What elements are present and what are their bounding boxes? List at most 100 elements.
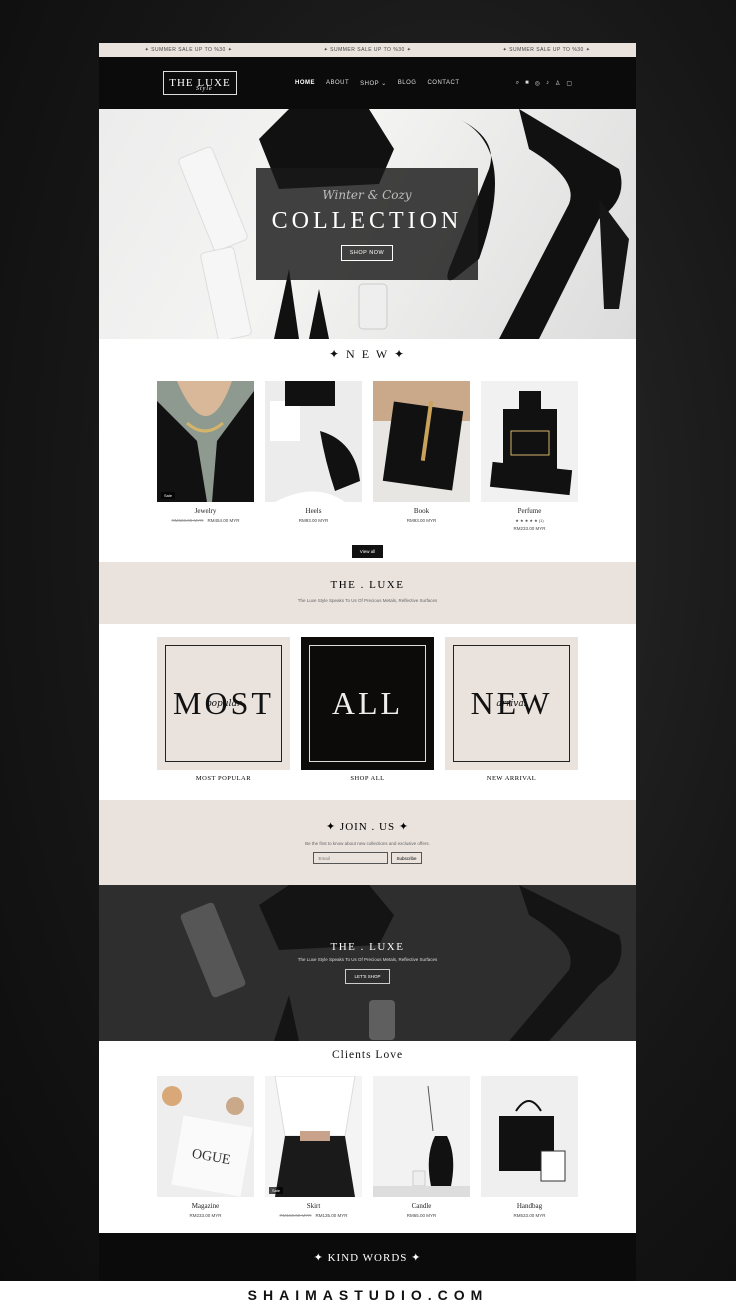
product-price: RM233.00 MYR (513, 526, 546, 531)
facebook-icon[interactable]: ■ (525, 80, 529, 87)
product-name: Perfume (517, 507, 542, 515)
product-card[interactable]: Book RM93.00 MYR (373, 381, 470, 531)
category-tile: NEW arrival (445, 637, 578, 770)
product-name: Handbag (516, 1202, 543, 1210)
announcement-text: ✦ SUMMER SALE UP TO %30 ✦ (502, 47, 591, 53)
view-all-button[interactable]: View all (351, 545, 384, 558)
new-product-grid: Sale Jewelry RM500.00 MYR RM454.00 MYR He… (157, 381, 578, 531)
clients-love-section: Clients Love OGUE Magazine RM233.00 MYR … (99, 1041, 636, 1233)
product-price: RM93.00 MYR (298, 518, 329, 523)
handbag-photo (499, 1100, 566, 1182)
category-label: NEW ARRIVAL (486, 775, 537, 782)
main-menu: HOME ABOUT SHOP ⌄ BLOG CONTACT (295, 80, 460, 87)
product-name: Skirt (306, 1202, 321, 1210)
new-section: ✦ N E W ✦ Sale Jewelry RM500.00 MYR RM454… (99, 339, 636, 561)
product-name: Heels (305, 507, 322, 515)
product-rating: ★ ★ ★ ★ ★ (1) (481, 518, 578, 523)
product-image: OGUE (157, 1076, 254, 1197)
category-script-text: arrival (496, 698, 527, 709)
brand-band-title: THE . LUXE (330, 579, 405, 591)
tiktok-icon[interactable]: ♪ (546, 80, 549, 87)
current-price: RM135.00 MYR (315, 1213, 348, 1218)
kind-words-title: ✦ KIND WORDS ✦ (313, 1251, 422, 1264)
clients-product-grid: OGUE Magazine RM233.00 MYR Sale Skirt RM… (157, 1076, 578, 1218)
menu-item-about[interactable]: ABOUT (326, 80, 349, 87)
logo[interactable]: THE LUXE Style (163, 71, 237, 95)
product-card[interactable]: Perfume ★ ★ ★ ★ ★ (1) RM233.00 MYR (481, 381, 578, 531)
menu-item-contact[interactable]: CONTACT (427, 80, 459, 87)
footer-brand: SHAIMASTUDIO.COM (247, 1286, 489, 1303)
hero-overlay-box: Winter & Cozy COLLECTION SHOP NOW (256, 168, 478, 280)
chevron-down-icon: ⌄ (381, 80, 387, 87)
instagram-icon[interactable]: ◎ (535, 80, 540, 87)
magazine-photo: OGUE (162, 1086, 253, 1197)
hero-title: COLLECTION (271, 207, 463, 234)
category-most-popular[interactable]: MOST popular MOST POPULAR (157, 637, 290, 782)
product-name: Jewelry (194, 507, 217, 515)
perfume-photo (489, 391, 573, 496)
sale-badge: Sale (269, 1187, 284, 1194)
product-name: Book (413, 507, 430, 515)
current-price: RM454.00 MYR (207, 518, 240, 523)
product-image (373, 1076, 470, 1197)
hero-script: Winter & Cozy (322, 187, 412, 202)
banner-content: THE . LUXE The Luxe Style Speaks To Us O… (99, 941, 636, 984)
skirt-photo (274, 1076, 356, 1197)
email-field[interactable] (313, 852, 389, 864)
book-photo (373, 381, 470, 491)
product-card[interactable]: Handbag RM533.00 MYR (481, 1076, 578, 1218)
product-image: Sale (157, 381, 254, 502)
footer-brand-bar: SHAIMASTUDIO.COM (0, 1281, 736, 1308)
sale-badge: Sale (161, 492, 176, 499)
product-name: Magazine (191, 1202, 220, 1210)
menu-item-shop[interactable]: SHOP ⌄ (360, 80, 387, 87)
cart-icon[interactable]: ▢ (566, 80, 572, 87)
menu-item-home[interactable]: HOME (295, 80, 315, 87)
newsletter-form: Subscribe (99, 852, 636, 864)
section-title-clients: Clients Love (331, 1049, 404, 1061)
old-price: RM500.00 MYR (171, 518, 204, 523)
category-script-text: popular (205, 698, 242, 709)
product-name: Candle (411, 1202, 432, 1210)
category-shop-all[interactable]: ALL SHOP ALL (301, 637, 434, 782)
product-card[interactable]: Sale Skirt RM150.00 MYR RM135.00 MYR (265, 1076, 362, 1218)
header-nav: THE LUXE Style HOME ABOUT SHOP ⌄ BLOG CO… (99, 57, 636, 109)
product-image (481, 381, 578, 502)
old-price: RM150.00 MYR (279, 1213, 312, 1218)
promo-banner: THE . LUXE The Luxe Style Speaks To Us O… (99, 885, 636, 1041)
section-title-new: ✦ N E W ✦ (329, 347, 406, 361)
newsletter-title: ✦ JOIN . US ✦ (325, 821, 410, 833)
announcement-text: ✦ SUMMER SALE UP TO %30 ✦ (323, 47, 412, 53)
shop-now-button[interactable]: SHOP NOW (340, 244, 394, 261)
search-icon[interactable]: ⌕ (516, 80, 519, 87)
product-card[interactable]: Sale Jewelry RM500.00 MYR RM454.00 MYR (157, 381, 254, 531)
banner-title: THE . LUXE (330, 941, 405, 953)
brand-band: THE . LUXE The Luxe Style Speaks To Us O… (99, 562, 636, 624)
review-count: (1) (538, 518, 544, 523)
menu-item-blog[interactable]: BLOG (398, 80, 417, 87)
newsletter-text: Be the first to know about new collectio… (305, 841, 430, 846)
category-big-text: ALL (331, 685, 404, 721)
logo-script: Style (196, 86, 213, 92)
product-price: RM500.00 MYR RM454.00 MYR (157, 518, 254, 523)
product-price: RM233.00 MYR (189, 1213, 222, 1218)
product-image (373, 381, 470, 502)
product-image (481, 1076, 578, 1197)
category-grid: MOST popular MOST POPULAR ALL SHOP ALL N… (157, 637, 578, 782)
subscribe-button[interactable]: Subscribe (391, 852, 422, 864)
heels-photo (270, 381, 360, 502)
menu-item-shop-label: SHOP (360, 80, 380, 87)
product-image (265, 381, 362, 502)
hero-banner: Winter & Cozy COLLECTION SHOP NOW (99, 109, 636, 339)
jewelry-photo (157, 381, 254, 502)
lets-shop-button[interactable]: LET'S SHOP (345, 969, 390, 984)
product-price: RM533.00 MYR (513, 1213, 546, 1218)
brand-band-text: The Luxe Style Speaks To Us Of Precious … (297, 598, 438, 603)
account-icon[interactable]: ♙ (555, 80, 560, 87)
category-tile: ALL (301, 637, 434, 770)
category-new-arrival[interactable]: NEW arrival NEW ARRIVAL (445, 637, 578, 782)
product-price: RM93.00 MYR (406, 518, 437, 523)
product-card[interactable]: Candle RM65.00 MYR (373, 1076, 470, 1218)
product-card[interactable]: OGUE Magazine RM233.00 MYR (157, 1076, 254, 1218)
product-card[interactable]: Heels RM93.00 MYR (265, 381, 362, 531)
